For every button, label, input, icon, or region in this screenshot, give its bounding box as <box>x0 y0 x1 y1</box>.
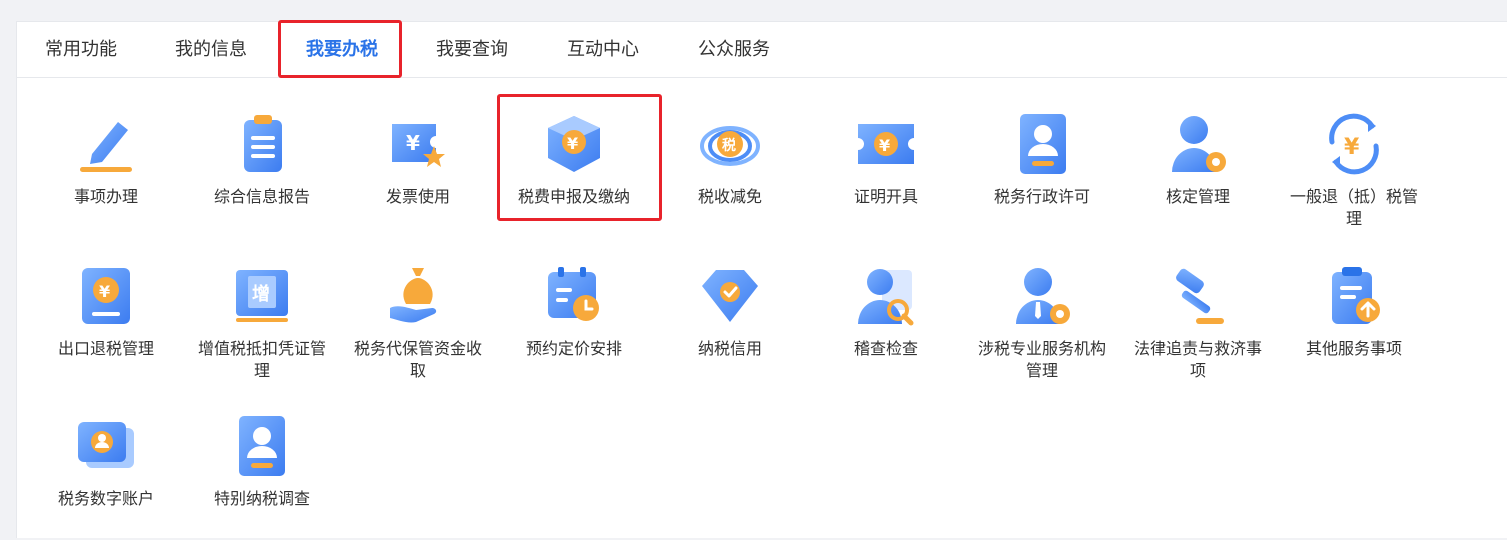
money-bag-icon <box>390 268 437 323</box>
clipboard-upload-icon <box>1332 267 1380 324</box>
item-assessment-management[interactable]: 核定管理 <box>1123 112 1273 208</box>
item-label: 特别纳税调查 <box>213 489 310 508</box>
item-invoice-use[interactable]: ¥ 发票使用 <box>343 112 493 208</box>
item-label: 稽查检查 <box>853 339 918 358</box>
item-label: 预约定价安排 <box>525 339 622 358</box>
item-label: 税务数字账户 <box>57 489 154 508</box>
item-label: 涉税专业服务机构管理 <box>977 339 1106 380</box>
item-label: 综合信息报告 <box>213 187 310 206</box>
item-tax-reduction[interactable]: 税 税收减免 <box>655 112 805 208</box>
business-user-gear-icon <box>1016 268 1070 324</box>
item-matter-handling[interactable]: 事项办理 <box>31 112 181 208</box>
tab-handle-tax[interactable]: 我要办税 <box>306 22 378 78</box>
item-certificate-issue[interactable]: ¥ 证明开具 <box>811 112 961 208</box>
calendar-clock-icon <box>548 267 599 321</box>
item-admin-license[interactable]: 税务行政许可 <box>967 112 1117 208</box>
yuan-box-icon: ¥ <box>548 116 600 172</box>
item-digital-account[interactable]: 税务数字账户 <box>31 414 181 510</box>
item-label: 发票使用 <box>385 187 450 206</box>
svg-text:增: 增 <box>252 283 270 305</box>
svg-text:¥: ¥ <box>99 282 110 301</box>
item-professional-agencies[interactable]: 涉税专业服务机构管理 <box>967 264 1117 382</box>
item-tax-credit[interactable]: 纳税信用 <box>655 264 805 360</box>
item-label: 出口退税管理 <box>57 339 154 358</box>
user-search-icon <box>858 269 914 326</box>
invoice-star-icon: ¥ <box>392 124 445 167</box>
ticket-icon: ¥ <box>858 124 914 164</box>
item-label: 增值税抵扣凭证管理 <box>197 339 326 380</box>
item-tax-declare-pay[interactable]: ¥ 税费申报及缴纳 <box>499 112 649 208</box>
item-pricing-arrangement[interactable]: 预约定价安排 <box>499 264 649 360</box>
item-legal-remedy[interactable]: 法律追责与救济事项 <box>1123 264 1273 382</box>
item-label: 税费申报及缴纳 <box>517 187 630 206</box>
item-label: 事项办理 <box>73 187 138 206</box>
tab-public-services[interactable]: 公众服务 <box>698 22 770 78</box>
item-vat-voucher[interactable]: 增 增值税抵扣凭证管理 <box>187 264 337 382</box>
svg-text:税: 税 <box>722 137 736 154</box>
item-label: 证明开具 <box>853 187 918 206</box>
item-label: 法律追责与救济事项 <box>1133 339 1262 380</box>
svg-text:¥: ¥ <box>406 131 420 155</box>
tab-query[interactable]: 我要查询 <box>436 22 508 78</box>
item-label: 其他服务事项 <box>1305 339 1402 358</box>
item-audit-inspection[interactable]: 稽查检查 <box>811 264 961 360</box>
svg-text:¥: ¥ <box>1344 135 1360 160</box>
item-fund-custody[interactable]: 税务代保管资金收取 <box>343 264 493 382</box>
item-label: 核定管理 <box>1165 187 1230 206</box>
tab-interaction-center[interactable]: 互动中心 <box>567 22 639 78</box>
gavel-icon <box>1176 268 1224 324</box>
svg-text:¥: ¥ <box>567 134 578 153</box>
item-label: 税务代保管资金收取 <box>353 339 482 380</box>
item-other-services[interactable]: 其他服务事项 <box>1279 264 1429 360</box>
clipboard-icon <box>244 115 282 172</box>
yuan-book-icon: ¥ <box>82 268 130 324</box>
pencil-icon <box>80 122 132 172</box>
item-export-refund[interactable]: ¥ 出口退税管理 <box>31 264 181 360</box>
item-general-refund[interactable]: ¥ 一般退（抵）税管理 <box>1279 112 1429 230</box>
yuan-refresh-icon: ¥ <box>1329 113 1379 175</box>
item-label: 一般退（抵）税管理 <box>1289 187 1418 228</box>
item-special-tax-investigation[interactable]: 特别纳税调查 <box>187 414 337 510</box>
item-label: 税收减免 <box>697 187 762 206</box>
id-card-icon <box>1020 114 1066 174</box>
tab-bar: 常用功能 我的信息 我要办税 我要查询 互动中心 公众服务 <box>17 22 1507 78</box>
diamond-check-icon <box>702 270 758 322</box>
item-info-report[interactable]: 综合信息报告 <box>187 112 337 208</box>
svg-text:¥: ¥ <box>879 136 890 155</box>
user-gear-icon <box>1172 116 1226 172</box>
tax-reduction-icon: 税 <box>700 126 760 166</box>
tab-common-functions[interactable]: 常用功能 <box>45 22 117 78</box>
item-label: 纳税信用 <box>697 339 762 358</box>
digital-account-icon <box>78 422 134 468</box>
item-label: 税务行政许可 <box>993 187 1090 206</box>
tab-my-info[interactable]: 我的信息 <box>175 22 247 78</box>
vat-voucher-icon: 增 <box>236 270 288 322</box>
id-badge-icon <box>239 416 285 476</box>
